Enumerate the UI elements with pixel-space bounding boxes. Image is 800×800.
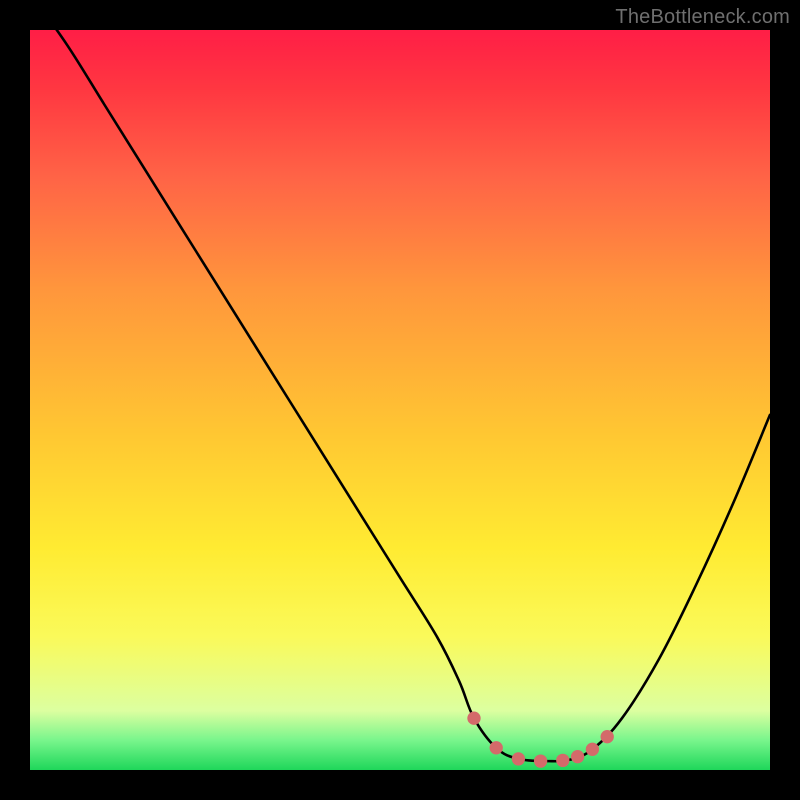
marker-dot bbox=[512, 752, 525, 765]
plot-area bbox=[30, 30, 770, 770]
chart-svg bbox=[30, 30, 770, 770]
marker-dot bbox=[534, 754, 547, 767]
marker-dot bbox=[586, 743, 599, 756]
chart-frame: TheBottleneck.com bbox=[0, 0, 800, 800]
marker-dot bbox=[490, 741, 503, 754]
marker-dot bbox=[601, 730, 614, 743]
marker-dot bbox=[467, 712, 480, 725]
marker-dot bbox=[571, 750, 584, 763]
watermark-text: TheBottleneck.com bbox=[615, 6, 790, 29]
marker-dot bbox=[556, 754, 569, 767]
bottleneck-curve bbox=[30, 30, 770, 761]
